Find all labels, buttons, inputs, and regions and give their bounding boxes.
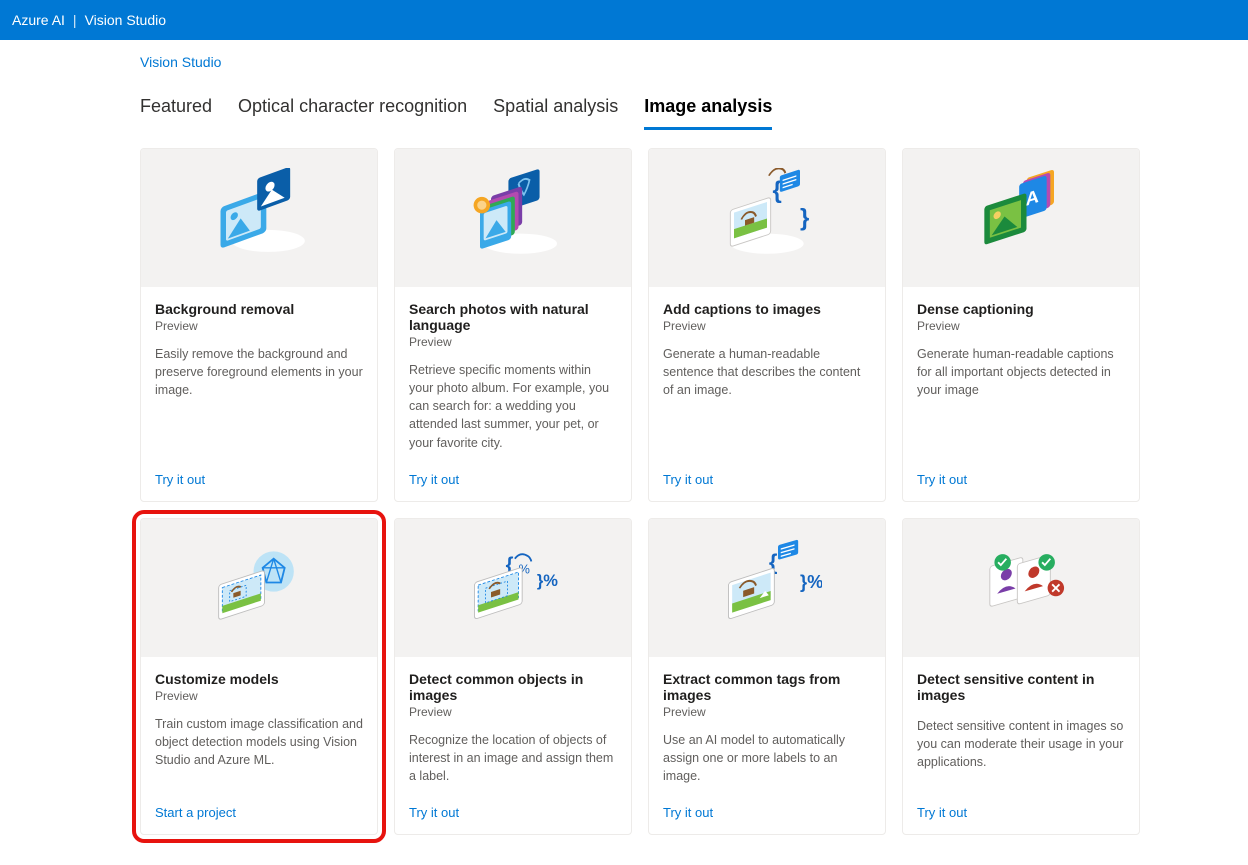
tab-image-analysis[interactable]: Image analysis	[644, 96, 772, 130]
card-illustration: { }%	[649, 519, 885, 657]
card-subtitle: Preview	[155, 319, 363, 333]
card-subtitle: Preview	[917, 319, 1125, 333]
brand-label: Azure AI	[12, 12, 65, 28]
detect-sensitive-icon	[966, 538, 1076, 638]
card-detect-sensitive[interactable]: Detect sensitive content in images Detec…	[902, 518, 1140, 835]
card-extract-tags[interactable]: { }%	[648, 518, 886, 835]
tab-featured[interactable]: Featured	[140, 96, 212, 130]
add-captions-icon: { }	[712, 168, 822, 268]
product-label: Vision Studio	[85, 12, 166, 28]
card-action-link[interactable]: Try it out	[141, 462, 377, 501]
card-illustration	[395, 149, 631, 287]
detect-objects-icon: { }% %	[458, 538, 568, 638]
tab-spatial[interactable]: Spatial analysis	[493, 96, 618, 130]
card-title: Detect sensitive content in images	[917, 671, 1125, 703]
card-detect-objects[interactable]: { }% % Detect common objects in images	[394, 518, 632, 835]
svg-text:}%: }%	[537, 572, 558, 590]
dense-captioning-icon: A	[966, 168, 1076, 268]
card-title: Detect common objects in images	[409, 671, 617, 703]
tab-bar: Featured Optical character recognition S…	[140, 96, 1108, 130]
card-illustration: { }	[649, 149, 885, 287]
card-description: Easily remove the background and preserv…	[155, 345, 363, 452]
card-title: Customize models	[155, 671, 363, 687]
card-description: Detect sensitive content in images so yo…	[917, 717, 1125, 785]
tab-ocr[interactable]: Optical character recognition	[238, 96, 467, 130]
card-subtitle: Preview	[155, 689, 363, 703]
top-header: Azure AI | Vision Studio	[0, 0, 1248, 40]
card-dense-captioning[interactable]: A Dense captioning Preview Generate huma…	[902, 148, 1140, 502]
card-action-link[interactable]: Try it out	[395, 462, 631, 501]
card-grid: Background removal Preview Easily remove…	[140, 148, 1108, 835]
card-action-link[interactable]: Try it out	[649, 462, 885, 501]
card-subtitle: Preview	[409, 335, 617, 349]
card-background-removal[interactable]: Background removal Preview Easily remove…	[140, 148, 378, 502]
card-description: Generate human-readable captions for all…	[917, 345, 1125, 452]
card-illustration	[141, 149, 377, 287]
breadcrumb-link[interactable]: Vision Studio	[140, 54, 221, 70]
card-action-link[interactable]: Try it out	[649, 795, 885, 834]
search-photos-icon	[458, 168, 568, 268]
extract-tags-icon: { }%	[712, 538, 822, 638]
card-subtitle: Preview	[409, 705, 617, 719]
card-description: Recognize the location of objects of int…	[409, 731, 617, 785]
card-action-link[interactable]: Try it out	[395, 795, 631, 834]
card-title: Extract common tags from images	[663, 671, 871, 703]
card-illustration: { }% %	[395, 519, 631, 657]
card-description: Train custom image classification and ob…	[155, 715, 363, 785]
card-subtitle: Preview	[663, 319, 871, 333]
card-customize-models[interactable]: Customize models Preview Train custom im…	[140, 518, 378, 835]
card-illustration: A	[903, 149, 1139, 287]
card-search-photos[interactable]: Search photos with natural language Prev…	[394, 148, 632, 502]
card-action-link[interactable]: Start a project	[141, 795, 377, 834]
customize-models-icon	[204, 538, 314, 638]
breadcrumb: Vision Studio	[140, 40, 1108, 96]
card-illustration	[903, 519, 1139, 657]
background-removal-icon	[204, 168, 314, 268]
svg-text:}%: }%	[800, 571, 822, 592]
card-title: Dense captioning	[917, 301, 1125, 317]
card-title: Search photos with natural language	[409, 301, 617, 333]
header-separator: |	[73, 12, 77, 28]
card-description: Retrieve specific moments within your ph…	[409, 361, 617, 452]
card-illustration	[141, 519, 377, 657]
card-action-link[interactable]: Try it out	[903, 462, 1139, 501]
card-title: Add captions to images	[663, 301, 871, 317]
card-title: Background removal	[155, 301, 363, 317]
card-add-captions[interactable]: { } Add captions to images Preview Gener…	[648, 148, 886, 502]
card-action-link[interactable]: Try it out	[903, 795, 1139, 834]
card-description: Use an AI model to automatically assign …	[663, 731, 871, 785]
card-subtitle: Preview	[663, 705, 871, 719]
card-description: Generate a human-readable sentence that …	[663, 345, 871, 452]
svg-text:}: }	[800, 204, 809, 231]
